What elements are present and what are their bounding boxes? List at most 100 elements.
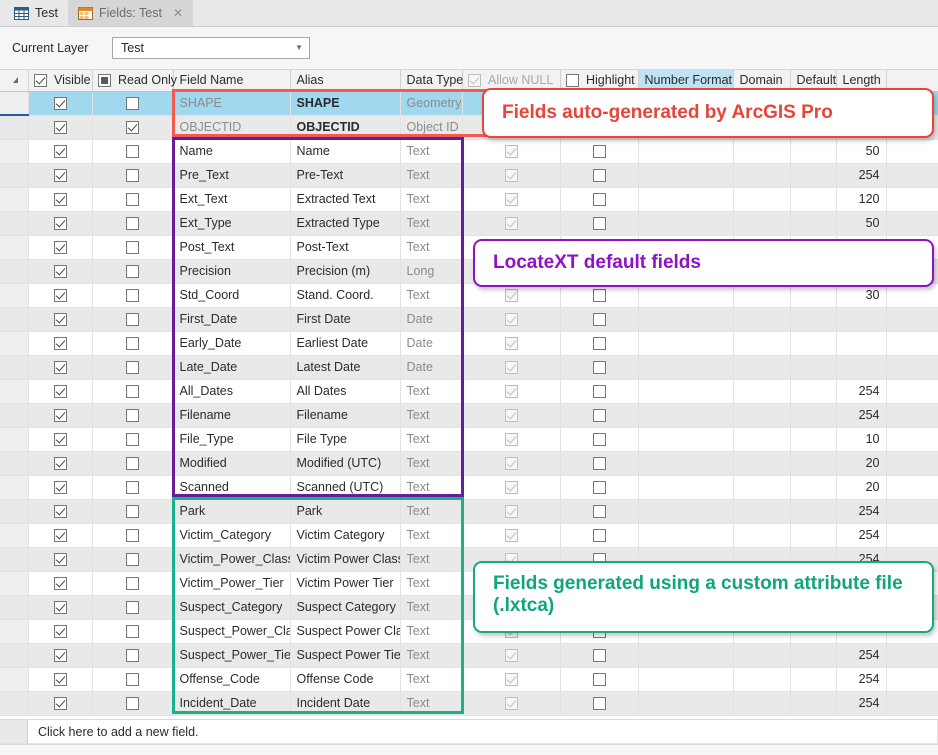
cell-default[interactable] xyxy=(790,667,837,692)
close-icon[interactable]: ✕ xyxy=(173,6,183,20)
unchecked-checkbox-icon[interactable] xyxy=(126,481,139,495)
cell-domain[interactable] xyxy=(733,499,791,524)
cell-visible[interactable] xyxy=(28,619,93,644)
cell-length[interactable]: 120 xyxy=(836,187,887,212)
checked-checkbox-icon[interactable] xyxy=(53,577,67,591)
cell-number-format[interactable] xyxy=(638,379,734,404)
cell-domain[interactable] xyxy=(733,355,791,380)
unchecked-checkbox-icon[interactable] xyxy=(592,481,606,495)
checked-checkbox-icon[interactable] xyxy=(53,505,67,519)
cell-visible[interactable] xyxy=(28,283,93,308)
cell-read-only[interactable] xyxy=(92,211,174,236)
row-selector-cell[interactable] xyxy=(0,499,29,524)
cell-highlight[interactable] xyxy=(560,379,639,404)
unchecked-checkbox-icon[interactable] xyxy=(126,289,139,303)
cell-highlight[interactable] xyxy=(560,475,639,500)
column-header-field-name[interactable]: Field Name xyxy=(173,70,291,92)
cell-highlight[interactable] xyxy=(560,667,639,692)
cell-visible[interactable] xyxy=(28,139,93,164)
cell-visible[interactable] xyxy=(28,379,93,404)
cell-visible[interactable] xyxy=(28,187,93,212)
cell-highlight[interactable] xyxy=(560,523,639,548)
unchecked-checkbox-icon[interactable] xyxy=(592,673,606,687)
checked-checkbox-icon[interactable] xyxy=(53,97,67,111)
row-selector-cell[interactable] xyxy=(0,691,29,716)
checked-checkbox-icon[interactable] xyxy=(53,121,67,135)
table-row[interactable]: Modified Modified (UTC) Text 20 xyxy=(0,451,938,476)
cell-domain[interactable] xyxy=(733,307,791,332)
table-row[interactable]: File_Type File Type Text 10 xyxy=(0,427,938,452)
row-selector-cell[interactable] xyxy=(0,619,29,644)
tab-test[interactable]: Test xyxy=(4,0,68,26)
cell-number-format[interactable] xyxy=(638,691,734,716)
highlight-header-checkbox[interactable] xyxy=(565,74,579,88)
checked-checkbox-icon[interactable] xyxy=(53,409,67,423)
cell-read-only[interactable] xyxy=(92,667,174,692)
table-row[interactable]: Early_Date Earliest Date Date xyxy=(0,331,938,356)
cell-visible[interactable] xyxy=(28,163,93,188)
cell-highlight[interactable] xyxy=(560,499,639,524)
current-layer-combobox[interactable]: Test ▼ xyxy=(112,37,310,59)
cell-visible[interactable] xyxy=(28,499,93,524)
unchecked-checkbox-icon[interactable] xyxy=(592,409,606,423)
cell-highlight[interactable] xyxy=(560,691,639,716)
row-selector-cell[interactable] xyxy=(0,139,29,164)
cell-number-format[interactable] xyxy=(638,187,734,212)
unchecked-checkbox-icon[interactable] xyxy=(126,577,139,591)
unchecked-checkbox-icon[interactable] xyxy=(592,169,606,183)
row-selector-cell[interactable] xyxy=(0,643,29,668)
cell-length[interactable]: 254 xyxy=(836,667,887,692)
cell-visible[interactable] xyxy=(28,235,93,260)
table-row[interactable]: Ext_Text Extracted Text Text 120 xyxy=(0,187,938,212)
cell-highlight[interactable] xyxy=(560,331,639,356)
add-new-field-row[interactable]: Click here to add a new field. xyxy=(28,720,938,744)
cell-read-only[interactable] xyxy=(92,571,174,596)
cell-read-only[interactable] xyxy=(92,235,174,260)
cell-read-only[interactable] xyxy=(92,475,174,500)
cell-highlight[interactable] xyxy=(560,643,639,668)
unchecked-checkbox-icon[interactable] xyxy=(126,361,139,375)
cell-read-only[interactable] xyxy=(92,451,174,476)
cell-visible[interactable] xyxy=(28,691,93,716)
cell-length[interactable]: 10 xyxy=(836,427,887,452)
cell-default[interactable] xyxy=(790,211,837,236)
cell-length[interactable]: 50 xyxy=(836,139,887,164)
cell-number-format[interactable] xyxy=(638,475,734,500)
cell-length[interactable]: 254 xyxy=(836,163,887,188)
cell-number-format[interactable] xyxy=(638,163,734,188)
cell-number-format[interactable] xyxy=(638,643,734,668)
unchecked-checkbox-icon[interactable] xyxy=(126,697,139,711)
cell-domain[interactable] xyxy=(733,427,791,452)
table-row[interactable]: Ext_Type Extracted Type Text 50 xyxy=(0,211,938,236)
cell-read-only[interactable] xyxy=(92,163,174,188)
row-selector-cell[interactable] xyxy=(0,211,29,236)
unchecked-checkbox-icon[interactable] xyxy=(592,289,606,303)
checked-checkbox-icon[interactable] xyxy=(53,169,67,183)
checked-checkbox-icon[interactable] xyxy=(53,289,67,303)
unchecked-checkbox-icon[interactable] xyxy=(126,601,139,615)
cell-default[interactable] xyxy=(790,499,837,524)
cell-number-format[interactable] xyxy=(638,331,734,356)
cell-length[interactable]: 254 xyxy=(836,643,887,668)
cell-domain[interactable] xyxy=(733,643,791,668)
unchecked-checkbox-icon[interactable] xyxy=(592,697,606,711)
cell-default[interactable] xyxy=(790,523,837,548)
column-header-data-type[interactable]: Data Type xyxy=(400,70,463,92)
cell-visible[interactable] xyxy=(28,667,93,692)
checked-checkbox-icon[interactable] xyxy=(53,145,67,159)
unchecked-checkbox-icon[interactable] xyxy=(126,625,139,639)
cell-visible[interactable] xyxy=(28,595,93,620)
row-selector-cell[interactable] xyxy=(0,355,29,380)
cell-length[interactable] xyxy=(836,355,887,380)
cell-domain[interactable] xyxy=(733,331,791,356)
cell-read-only[interactable] xyxy=(92,523,174,548)
unchecked-checkbox-icon[interactable] xyxy=(592,361,606,375)
cell-visible[interactable] xyxy=(28,451,93,476)
cell-domain[interactable] xyxy=(733,475,791,500)
unchecked-checkbox-icon[interactable] xyxy=(126,97,139,111)
cell-read-only[interactable] xyxy=(92,115,174,140)
row-selector-cell[interactable] xyxy=(0,187,29,212)
row-selector-cell[interactable] xyxy=(0,595,29,620)
row-selector-cell[interactable] xyxy=(0,91,29,116)
unchecked-checkbox-icon[interactable] xyxy=(592,385,606,399)
